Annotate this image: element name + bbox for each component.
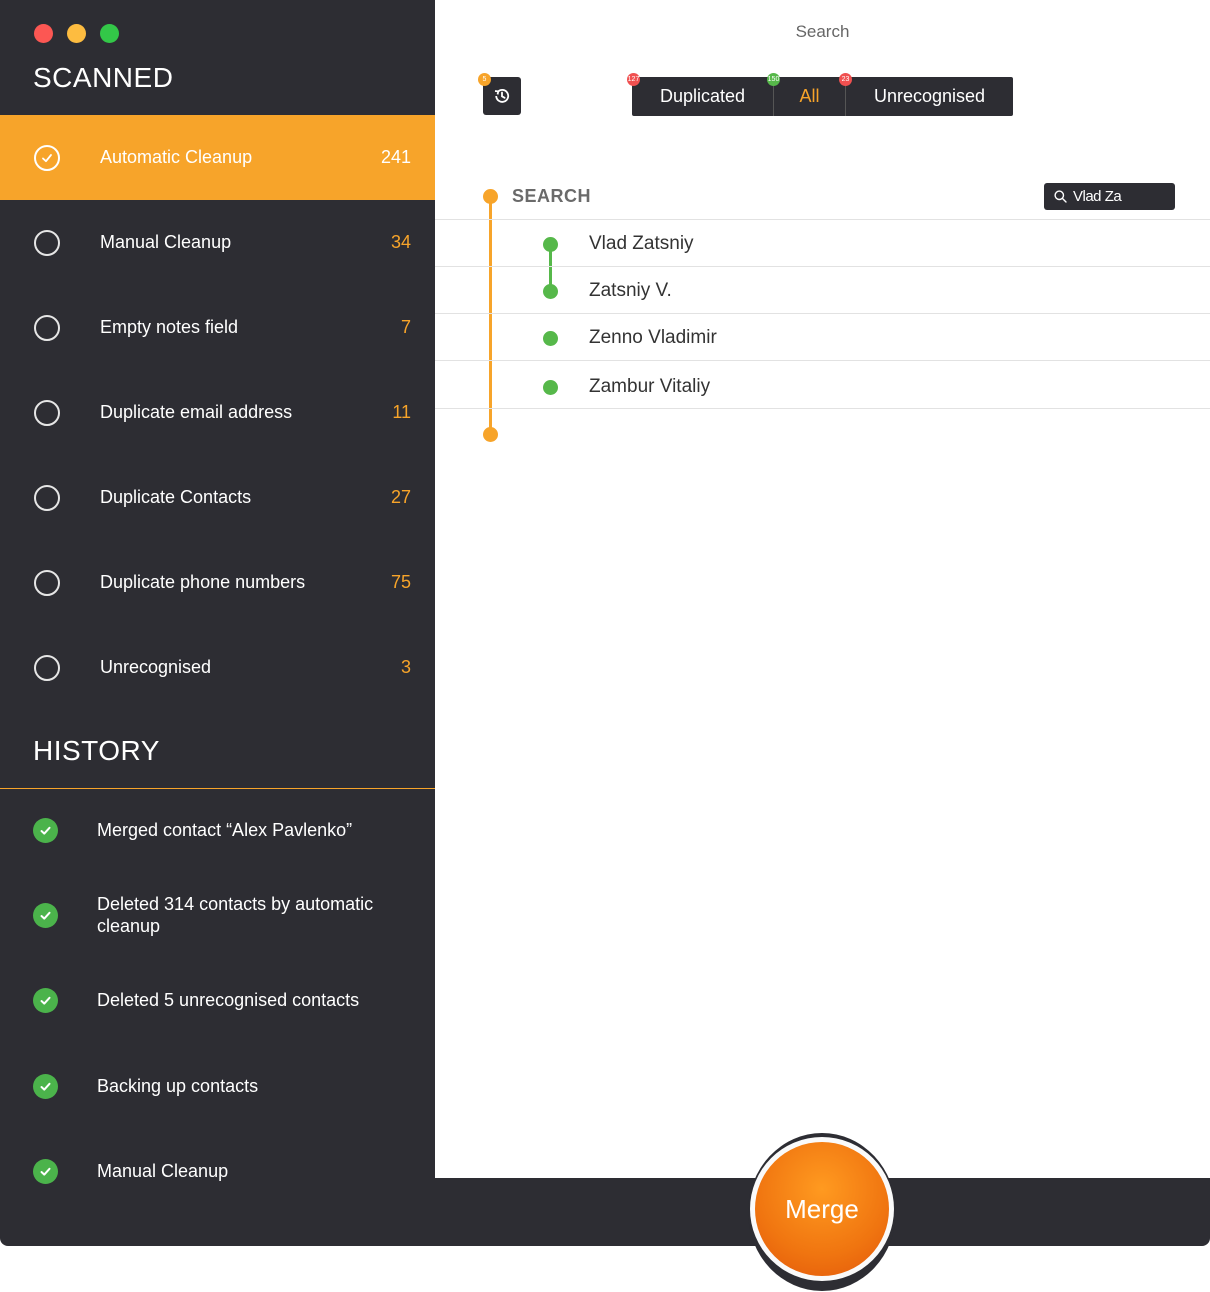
check-circle-icon[interactable] xyxy=(34,144,60,171)
search-input[interactable]: Vlad Za xyxy=(1044,183,1175,210)
tab-all[interactable]: All xyxy=(774,77,846,116)
radio-circle-icon[interactable] xyxy=(34,399,60,426)
sidebar-item-count: 11 xyxy=(392,402,411,422)
sidebar-item-label: Empty notes field xyxy=(100,317,239,337)
search-section-label: SEARCH xyxy=(512,186,592,206)
merge-button-label: Merge xyxy=(755,1142,889,1276)
sidebar-item-label: Automatic Cleanup xyxy=(100,147,253,167)
history-item-label: Deleted 5 unrecognised contacts xyxy=(97,990,360,1010)
tab-duplicated[interactable]: Duplicated xyxy=(632,77,774,116)
search-result-item[interactable]: Vlad Zatsniy xyxy=(435,221,1210,267)
tab-unrecognised[interactable]: Unrecognised xyxy=(846,77,1013,116)
sidebar-item-count: 75 xyxy=(390,572,411,592)
radio-circle-icon[interactable] xyxy=(34,569,60,596)
history-item[interactable]: Deleted 314 contacts by automatic cleanu… xyxy=(0,890,435,940)
search-result-item[interactable]: Zatsniy V. xyxy=(435,268,1210,314)
sidebar-item-label: Duplicate phone numbers xyxy=(100,572,306,592)
search-result-item[interactable]: Zambur Vitaliy xyxy=(435,364,1210,410)
check-icon xyxy=(33,1073,58,1099)
history-count-badge: 5 xyxy=(478,73,491,86)
history-item-label: Merged contact “Alex Pavlenko” xyxy=(97,820,353,840)
sidebar-item-count: 27 xyxy=(390,487,411,507)
scanned-title: SCANNED xyxy=(33,62,174,93)
all-count-badge: 150 xyxy=(767,73,780,86)
divider xyxy=(435,408,1210,409)
history-item-label: Backing up contacts xyxy=(97,1076,259,1096)
minimize-window-button[interactable] xyxy=(67,24,86,43)
contact-name: Zenno Vladimir xyxy=(589,327,717,348)
divider xyxy=(435,360,1210,361)
unrecognised-count-badge: 23 xyxy=(839,73,852,86)
divider xyxy=(435,313,1210,314)
sidebar-item-label: Unrecognised xyxy=(100,657,212,677)
timeline-start-dot xyxy=(483,189,498,204)
divider xyxy=(435,219,1210,220)
radio-circle-icon[interactable] xyxy=(34,654,60,681)
sidebar-item-count: 34 xyxy=(390,232,411,252)
check-icon xyxy=(33,987,58,1013)
status-dot xyxy=(543,330,558,346)
timeline-end-dot xyxy=(483,427,498,442)
merge-button[interactable]: Merge xyxy=(750,1137,894,1281)
close-window-button[interactable] xyxy=(34,24,53,43)
history-item[interactable]: Manual Cleanup xyxy=(0,1151,435,1191)
search-query: Vlad Za xyxy=(1073,188,1122,205)
sidebar-item-automatic-cleanup[interactable]: Automatic Cleanup 241 xyxy=(0,115,435,200)
sidebar-item-label: Manual Cleanup xyxy=(100,232,232,252)
sidebar-item-label: Duplicate Contacts xyxy=(100,487,252,507)
sidebar-item-label: Duplicate email address xyxy=(100,402,293,422)
check-icon xyxy=(33,902,58,928)
sidebar-item-duplicate-contacts[interactable]: Duplicate Contacts 27 xyxy=(0,455,435,540)
status-dot xyxy=(543,379,558,395)
history-item[interactable]: Merged contact “Alex Pavlenko” xyxy=(0,810,435,850)
duplicated-count-badge: 127 xyxy=(627,73,640,86)
divider xyxy=(435,266,1210,267)
contact-name: Vlad Zatsniy xyxy=(589,233,694,254)
history-item-label: Deleted 314 contacts by automatic cleanu… xyxy=(97,894,374,936)
status-dot xyxy=(543,236,558,252)
sidebar-item-duplicate-email[interactable]: Duplicate email address 11 xyxy=(0,370,435,455)
maximize-window-button[interactable] xyxy=(100,24,119,43)
sidebar: SCANNED Automatic Cleanup 241 Manual Cle… xyxy=(0,0,435,1246)
history-item[interactable]: Deleted 5 unrecognised contacts xyxy=(0,980,435,1020)
radio-circle-icon[interactable] xyxy=(34,229,60,256)
sidebar-item-duplicate-phone[interactable]: Duplicate phone numbers 75 xyxy=(0,540,435,625)
contact-name: Zambur Vitaliy xyxy=(589,376,711,397)
check-icon xyxy=(33,1158,58,1184)
history-divider xyxy=(0,788,435,789)
check-icon xyxy=(33,817,58,843)
status-dot xyxy=(543,283,558,299)
history-item-label: Manual Cleanup xyxy=(97,1161,229,1181)
search-icon xyxy=(1054,190,1067,203)
history-title: HISTORY xyxy=(33,735,160,766)
contact-name: Zatsniy V. xyxy=(589,280,672,301)
sidebar-item-count: 7 xyxy=(400,317,411,337)
history-icon xyxy=(494,89,510,103)
sidebar-item-unrecognised[interactable]: Unrecognised 3 xyxy=(0,625,435,710)
radio-circle-icon[interactable] xyxy=(34,314,60,341)
app-window: SCANNED Automatic Cleanup 241 Manual Cle… xyxy=(0,0,1210,1246)
sidebar-item-empty-notes[interactable]: Empty notes field 7 xyxy=(0,285,435,370)
filter-segmented-control: Duplicated All Unrecognised xyxy=(632,77,1013,116)
window-controls xyxy=(34,24,119,43)
window-title: Search xyxy=(795,22,850,41)
radio-circle-icon[interactable] xyxy=(34,484,60,511)
sidebar-item-manual-cleanup[interactable]: Manual Cleanup 34 xyxy=(0,200,435,285)
history-item[interactable]: Backing up contacts xyxy=(0,1066,435,1106)
sidebar-item-count: 241 xyxy=(380,147,411,167)
sidebar-item-count: 3 xyxy=(400,657,411,677)
search-result-item[interactable]: Zenno Vladimir xyxy=(435,315,1210,361)
